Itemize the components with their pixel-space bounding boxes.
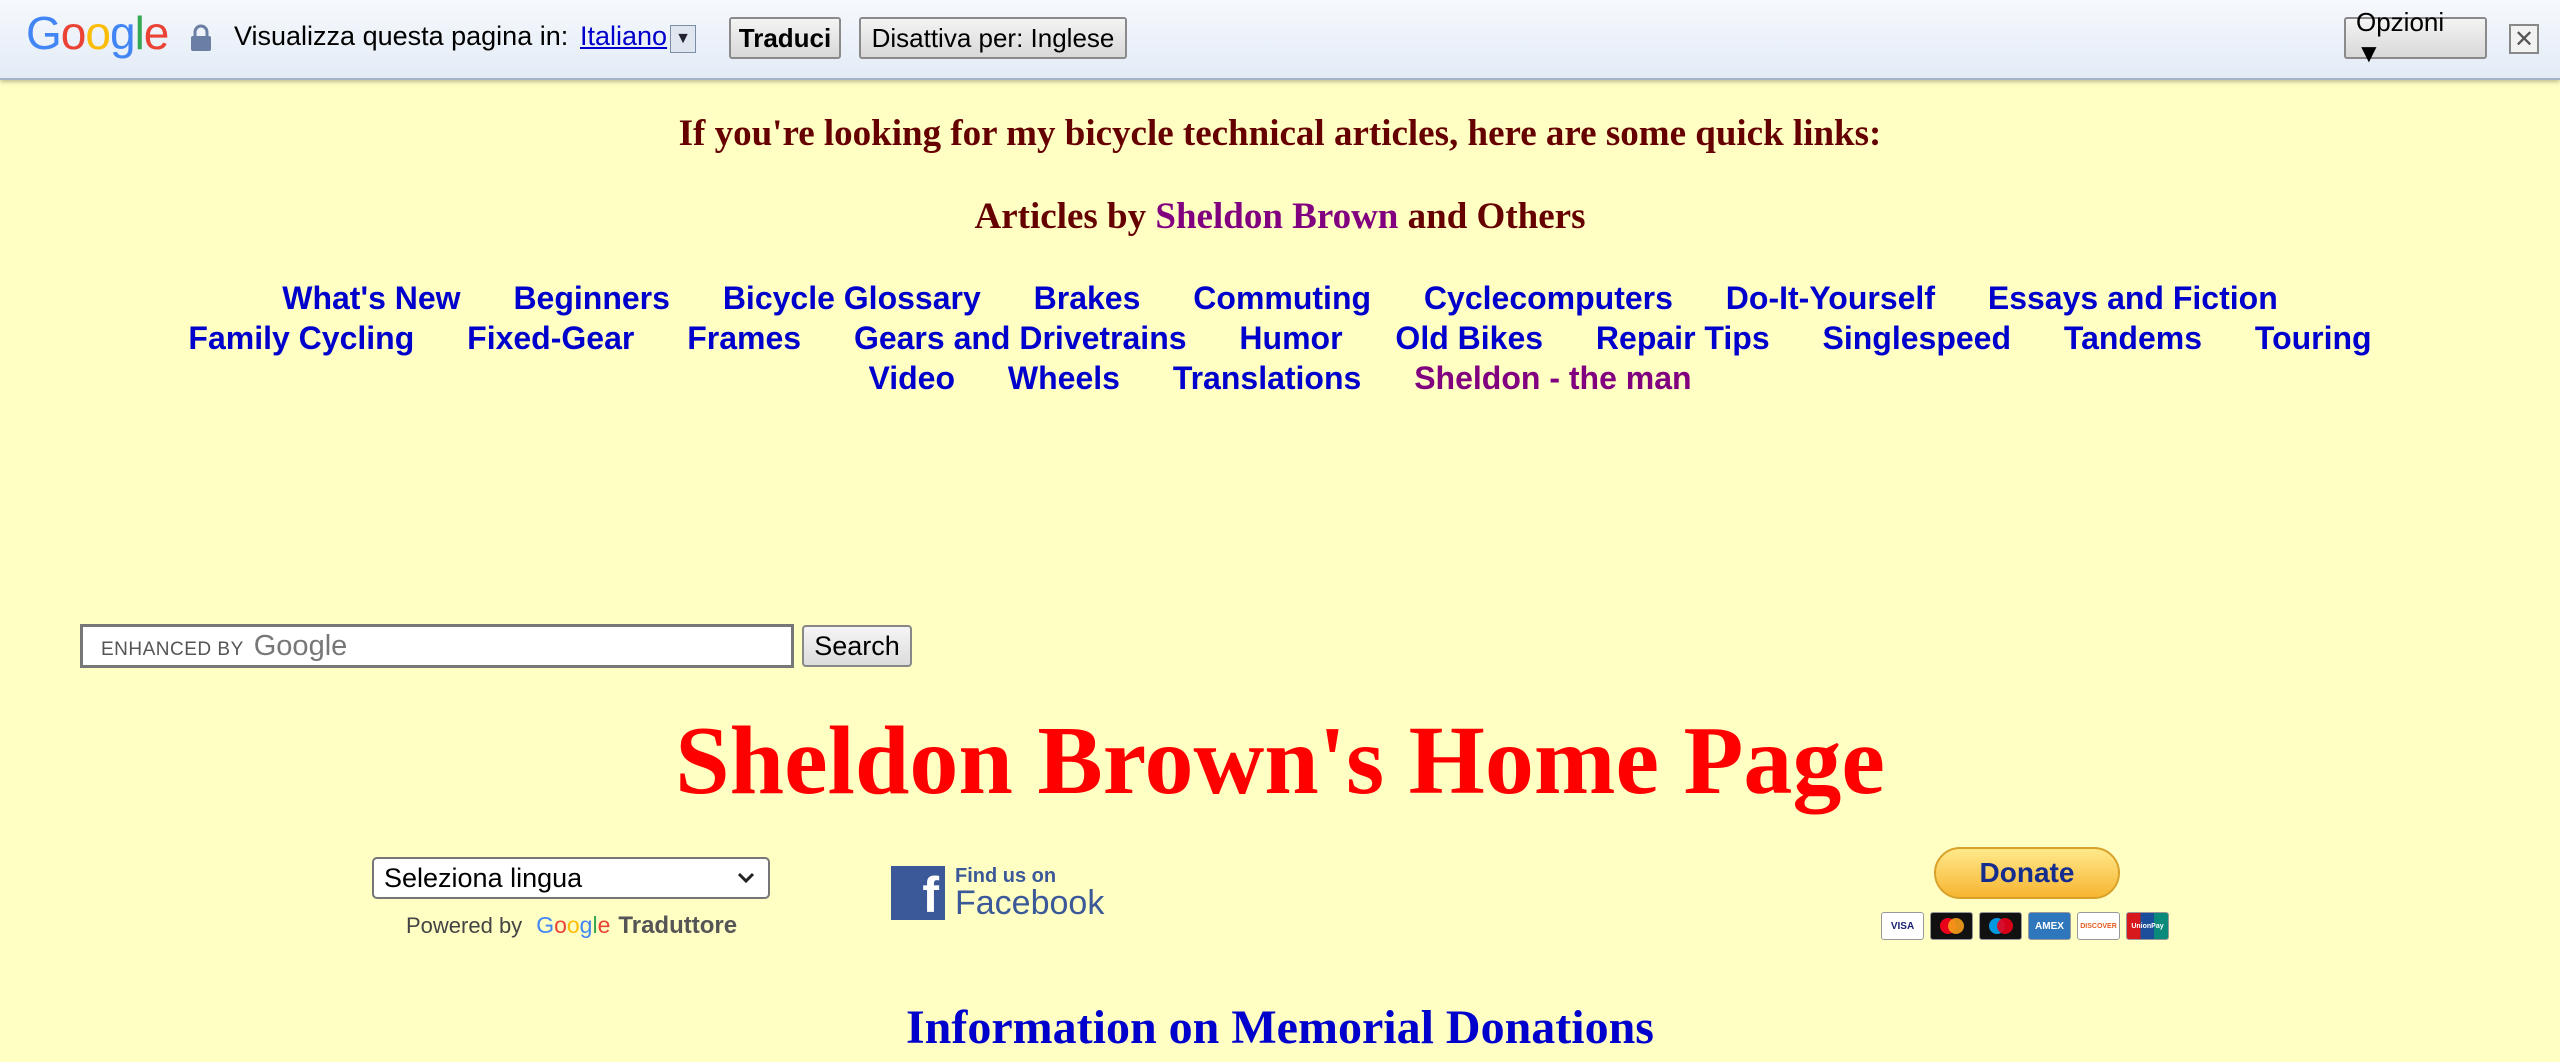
facebook-icon: f — [891, 866, 945, 920]
search-watermark: ENHANCED BY Google — [101, 629, 348, 662]
nav-link-essays-and-fiction[interactable]: Essays and Fiction — [1988, 278, 2278, 318]
memorial-donations-link[interactable]: Information on Memorial Donations — [0, 1000, 2560, 1055]
nav-link-wheels[interactable]: Wheels — [1008, 358, 1120, 398]
language-select-value: Seleziona lingua — [384, 862, 583, 893]
google-logo: Google — [26, 7, 169, 59]
nav-link-humor[interactable]: Humor — [1239, 318, 1342, 358]
search-button[interactable]: Search — [802, 625, 912, 667]
donate-button[interactable]: Donate — [1934, 847, 2120, 899]
facebook-link[interactable]: f Find us on Facebook — [891, 866, 1104, 920]
quick-links-heading: If you're looking for my bicycle technic… — [678, 113, 1882, 154]
translator-label[interactable]: Traduttore — [618, 912, 737, 940]
language-link[interactable]: Italiano — [580, 21, 667, 52]
nav-link-sheldon-the-man[interactable]: Sheldon - the man — [1414, 358, 1691, 398]
mastercard-icon — [1930, 912, 1973, 940]
nav-link-fixed-gear[interactable]: Fixed-Gear — [467, 318, 634, 358]
nav-link-brakes[interactable]: Brakes — [1034, 278, 1141, 318]
payment-cards: VISA AMEX DISCOVER UnionPay — [1881, 912, 2169, 940]
search-input[interactable]: ENHANCED BY Google — [80, 624, 794, 668]
translate-prompt: Visualizza questa pagina in: — [234, 21, 569, 51]
articles-heading: Articles by Sheldon Brown and Others — [0, 195, 2560, 238]
language-dropdown-button[interactable]: ▼ — [670, 25, 696, 53]
nav-link-bicycle-glossary[interactable]: Bicycle Glossary — [723, 278, 981, 318]
facebook-find-us: Find us on — [955, 865, 1057, 887]
powered-by-google-translate: Powered by Google Traduttore — [406, 912, 738, 940]
chevron-down-icon — [737, 872, 755, 884]
page-title: Sheldon Brown's Home Page — [675, 707, 1885, 815]
articles-heading-prefix: Articles by — [974, 196, 1156, 237]
nav-link-video[interactable]: Video — [868, 358, 955, 398]
lock-icon — [191, 24, 211, 51]
nav-link-whats-new[interactable]: What's New — [282, 278, 460, 318]
close-icon[interactable]: ✕ — [2509, 24, 2539, 54]
facebook-name: Facebook — [955, 884, 1105, 922]
amex-card-icon: AMEX — [2028, 912, 2071, 940]
nav-link-tandems[interactable]: Tandems — [2064, 318, 2202, 358]
articles-heading-suffix: and Others — [1398, 196, 1586, 237]
nav-link-frames[interactable]: Frames — [687, 318, 801, 358]
nav-link-do-it-yourself[interactable]: Do-It-Yourself — [1726, 278, 1935, 318]
nav-link-translations[interactable]: Translations — [1173, 358, 1362, 398]
language-select[interactable]: Seleziona lingua — [372, 857, 770, 899]
author-link[interactable]: Sheldon Brown — [1155, 196, 1398, 237]
nav-link-gears-and-drivetrains[interactable]: Gears and Drivetrains — [854, 318, 1187, 358]
nav-link-singlespeed[interactable]: Singlespeed — [1823, 318, 2012, 358]
options-button[interactable]: Opzioni ▼ — [2344, 7, 2487, 68]
nav-link-cyclecomputers[interactable]: Cyclecomputers — [1424, 278, 1673, 318]
nav-link-family-cycling[interactable]: Family Cycling — [188, 318, 414, 358]
nav-link-beginners[interactable]: Beginners — [513, 278, 669, 318]
visa-card-icon: VISA — [1881, 912, 1924, 940]
disable-translation-button[interactable]: Disattiva per: Inglese — [859, 17, 1127, 59]
nav-link-commuting[interactable]: Commuting — [1193, 278, 1371, 318]
google-brand[interactable]: Google — [536, 912, 610, 939]
nav-link-touring[interactable]: Touring — [2255, 318, 2372, 358]
nav-link-old-bikes[interactable]: Old Bikes — [1395, 318, 1543, 358]
discover-card-icon: DISCOVER — [2077, 912, 2120, 940]
maestro-card-icon — [1979, 912, 2022, 940]
translate-bar: Google Visualizza questa pagina in: Ital… — [0, 0, 2560, 80]
translate-button[interactable]: Traduci — [729, 17, 841, 59]
quick-links-nav: What's New Beginners Bicycle Glossary Br… — [150, 278, 2410, 398]
nav-link-repair-tips[interactable]: Repair Tips — [1596, 318, 1770, 358]
unionpay-card-icon: UnionPay — [2126, 912, 2169, 940]
